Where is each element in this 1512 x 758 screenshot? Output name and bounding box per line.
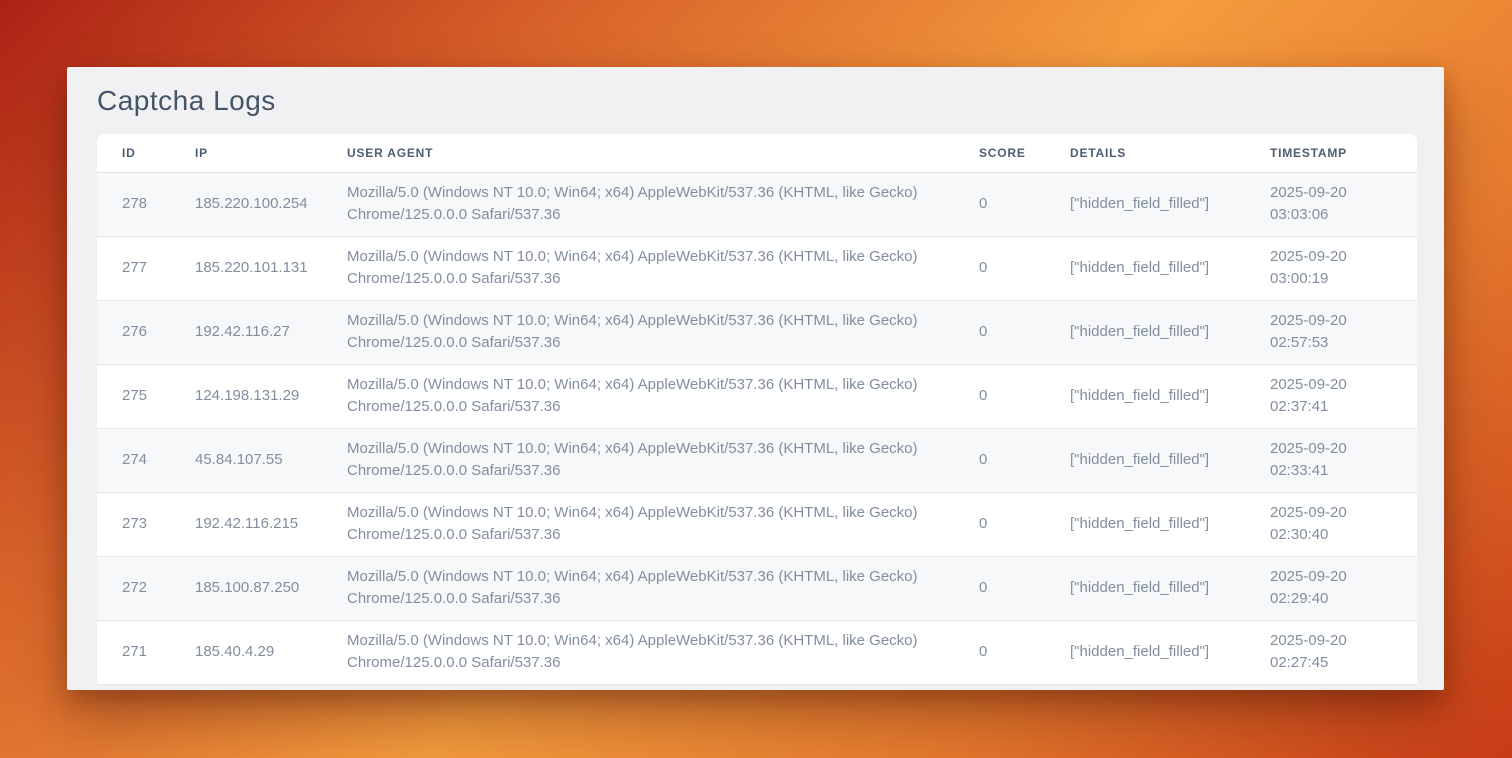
cell-id: 275 <box>97 364 195 428</box>
cell-ip: 185.40.4.29 <box>195 620 347 684</box>
column-header-user-agent: USER AGENT <box>347 134 979 172</box>
timestamp-date: 2025-09-20 <box>1270 438 1417 460</box>
table-row: 271 185.40.4.29 Mozilla/5.0 (Windows NT … <box>97 620 1417 684</box>
cell-timestamp: 2025-09-20 02:33:41 <box>1270 428 1417 492</box>
cell-user-agent: Mozilla/5.0 (Windows NT 10.0; Win64; x64… <box>347 300 979 364</box>
captcha-logs-card: Captcha Logs ID IP USER AGENT SCORE DETA… <box>67 67 1444 690</box>
table-row: 274 45.84.107.55 Mozilla/5.0 (Windows NT… <box>97 428 1417 492</box>
table-row: 278 185.220.100.254 Mozilla/5.0 (Windows… <box>97 172 1417 236</box>
cell-score: 0 <box>979 236 1070 300</box>
timestamp-date: 2025-09-20 <box>1270 310 1417 332</box>
cell-timestamp: 2025-09-20 02:29:40 <box>1270 556 1417 620</box>
cell-timestamp: 2025-09-20 03:03:06 <box>1270 172 1417 236</box>
cell-score: 0 <box>979 300 1070 364</box>
cell-user-agent: Mozilla/5.0 (Windows NT 10.0; Win64; x64… <box>347 172 979 236</box>
cell-id: 273 <box>97 492 195 556</box>
cell-ip: 45.84.107.55 <box>195 428 347 492</box>
cell-user-agent: Mozilla/5.0 (Windows NT 10.0; Win64; x64… <box>347 428 979 492</box>
table-row: 272 185.100.87.250 Mozilla/5.0 (Windows … <box>97 556 1417 620</box>
cell-ip: 192.42.116.27 <box>195 300 347 364</box>
cell-details: ["hidden_field_filled"] <box>1070 300 1270 364</box>
cell-id: 274 <box>97 428 195 492</box>
cell-user-agent: Mozilla/5.0 (Windows NT 10.0; Win64; x64… <box>347 620 979 684</box>
cell-score: 0 <box>979 556 1070 620</box>
cell-details: ["hidden_field_filled"] <box>1070 620 1270 684</box>
cell-details: ["hidden_field_filled"] <box>1070 556 1270 620</box>
cell-details: ["hidden_field_filled"] <box>1070 364 1270 428</box>
page-background: { "page": { "title": "Captcha Logs" }, "… <box>0 0 1512 758</box>
cell-id: 272 <box>97 556 195 620</box>
captcha-logs-table: ID IP USER AGENT SCORE DETAILS TIMESTAMP… <box>97 134 1417 685</box>
column-header-timestamp: TIMESTAMP <box>1270 134 1417 172</box>
cell-user-agent: Mozilla/5.0 (Windows NT 10.0; Win64; x64… <box>347 364 979 428</box>
cell-score: 0 <box>979 620 1070 684</box>
timestamp-time: 02:57:53 <box>1270 332 1417 354</box>
timestamp-time: 03:00:19 <box>1270 268 1417 290</box>
timestamp-time: 02:29:40 <box>1270 588 1417 610</box>
timestamp-date: 2025-09-20 <box>1270 566 1417 588</box>
cell-details: ["hidden_field_filled"] <box>1070 236 1270 300</box>
timestamp-time: 03:03:06 <box>1270 204 1417 226</box>
timestamp-time: 02:37:41 <box>1270 396 1417 418</box>
page-title: Captcha Logs <box>67 67 1444 134</box>
cell-user-agent: Mozilla/5.0 (Windows NT 10.0; Win64; x64… <box>347 556 979 620</box>
cell-ip: 185.220.101.131 <box>195 236 347 300</box>
cell-details: ["hidden_field_filled"] <box>1070 428 1270 492</box>
cell-ip: 185.100.87.250 <box>195 556 347 620</box>
timestamp-date: 2025-09-20 <box>1270 182 1417 204</box>
cell-details: ["hidden_field_filled"] <box>1070 492 1270 556</box>
cell-id: 276 <box>97 300 195 364</box>
cell-score: 0 <box>979 428 1070 492</box>
cell-score: 0 <box>979 172 1070 236</box>
cell-id: 271 <box>97 620 195 684</box>
column-header-details: DETAILS <box>1070 134 1270 172</box>
table-row: 276 192.42.116.27 Mozilla/5.0 (Windows N… <box>97 300 1417 364</box>
cell-timestamp: 2025-09-20 02:30:40 <box>1270 492 1417 556</box>
table-row: 277 185.220.101.131 Mozilla/5.0 (Windows… <box>97 236 1417 300</box>
column-header-id: ID <box>97 134 195 172</box>
cell-ip: 185.220.100.254 <box>195 172 347 236</box>
table-body: 278 185.220.100.254 Mozilla/5.0 (Windows… <box>97 172 1417 684</box>
column-header-ip: IP <box>195 134 347 172</box>
table-row: 273 192.42.116.215 Mozilla/5.0 (Windows … <box>97 492 1417 556</box>
timestamp-date: 2025-09-20 <box>1270 374 1417 396</box>
cell-ip: 124.198.131.29 <box>195 364 347 428</box>
cell-ip: 192.42.116.215 <box>195 492 347 556</box>
column-header-score: SCORE <box>979 134 1070 172</box>
cell-timestamp: 2025-09-20 03:00:19 <box>1270 236 1417 300</box>
timestamp-date: 2025-09-20 <box>1270 246 1417 268</box>
cell-score: 0 <box>979 492 1070 556</box>
cell-timestamp: 2025-09-20 02:37:41 <box>1270 364 1417 428</box>
timestamp-time: 02:33:41 <box>1270 460 1417 482</box>
cell-timestamp: 2025-09-20 02:57:53 <box>1270 300 1417 364</box>
cell-user-agent: Mozilla/5.0 (Windows NT 10.0; Win64; x64… <box>347 492 979 556</box>
timestamp-time: 02:27:45 <box>1270 652 1417 674</box>
logs-table-container: ID IP USER AGENT SCORE DETAILS TIMESTAMP… <box>97 134 1417 685</box>
cell-user-agent: Mozilla/5.0 (Windows NT 10.0; Win64; x64… <box>347 236 979 300</box>
cell-id: 278 <box>97 172 195 236</box>
table-header: ID IP USER AGENT SCORE DETAILS TIMESTAMP <box>97 134 1417 172</box>
timestamp-date: 2025-09-20 <box>1270 630 1417 652</box>
timestamp-time: 02:30:40 <box>1270 524 1417 546</box>
cell-score: 0 <box>979 364 1070 428</box>
table-row: 275 124.198.131.29 Mozilla/5.0 (Windows … <box>97 364 1417 428</box>
cell-timestamp: 2025-09-20 02:27:45 <box>1270 620 1417 684</box>
cell-id: 277 <box>97 236 195 300</box>
header-row: ID IP USER AGENT SCORE DETAILS TIMESTAMP <box>97 134 1417 172</box>
cell-details: ["hidden_field_filled"] <box>1070 172 1270 236</box>
timestamp-date: 2025-09-20 <box>1270 502 1417 524</box>
